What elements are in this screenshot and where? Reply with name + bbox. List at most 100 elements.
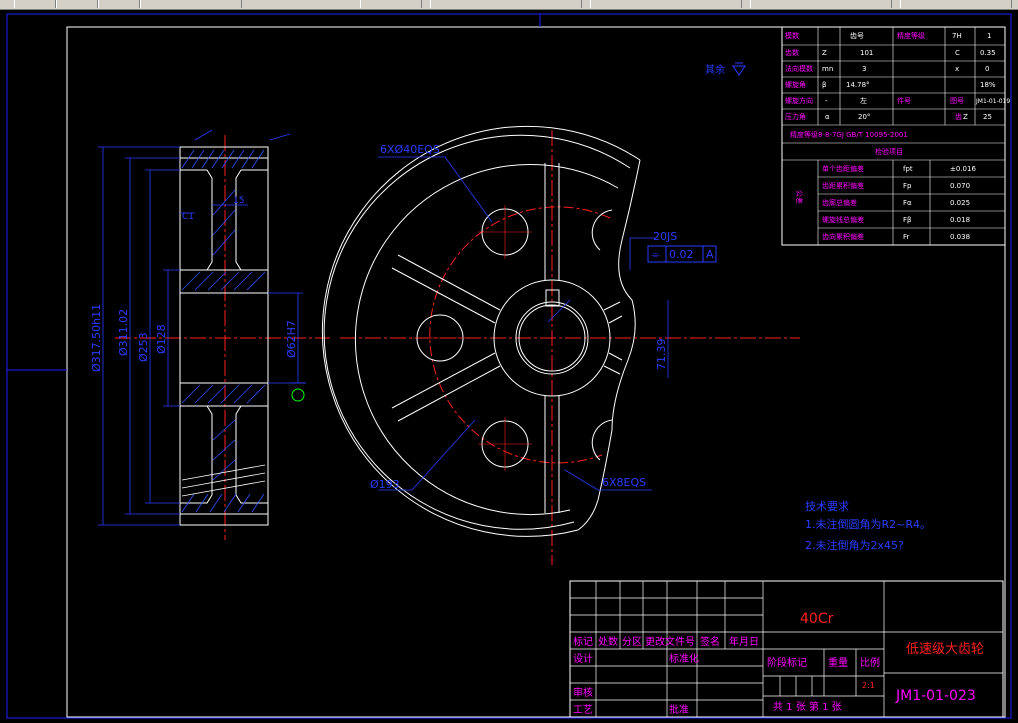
param-row4-lbl3: 图号 [950, 97, 964, 105]
standardize-label: 标准化 [669, 652, 699, 665]
param-row5-lbl2: 齿 [955, 113, 962, 121]
scale-value: 2:1 [862, 681, 875, 690]
param-row0-sym: 齿号 [850, 32, 864, 40]
param-row4-lbl2: 件号 [897, 96, 911, 105]
check-3-val: 0.018 [950, 216, 970, 224]
copy-icon[interactable] [360, 0, 422, 8]
window-toolbar [0, 0, 1018, 10]
check-4-val: 0.038 [950, 233, 970, 241]
tech-requirements: 技术要求 1.未注倒圆角为R2~R4。 2.未注倒角为2x45? [805, 500, 931, 552]
tech-title: 技术要求 [805, 500, 849, 513]
param-row4-val2: JM1-01-019 [975, 98, 1010, 105]
dim-chamfer: C1 [182, 212, 194, 222]
pcd-callout: Ø193 [370, 478, 400, 491]
param-row1-label: 齿数 [785, 48, 799, 57]
design-label: 设计 [573, 652, 593, 665]
layer-dropdown[interactable] [140, 0, 242, 8]
param-check-title: 检验项目 [875, 147, 903, 156]
lineweight-dropdown[interactable] [590, 0, 742, 8]
param-row3-sym: β [822, 81, 826, 89]
weight-label: 重量 [828, 656, 848, 669]
scale-label: 比例 [860, 656, 880, 669]
param-row4-label: 螺旋方向 [785, 96, 813, 105]
part-name-text: 低速级大齿轮 [906, 642, 984, 657]
title-block: 40Cr 低速级大齿轮 JM1-01-023 标记 处数 分区 更改文件号 签名… [569, 580, 1004, 718]
check-3-sym: Fβ [903, 216, 912, 224]
param-row1-val: 101 [860, 49, 873, 57]
param-row2-sym: mn [822, 65, 833, 73]
tolerance-datum: A [706, 248, 714, 261]
header-mark: 标记 [573, 636, 593, 648]
holes-callout: 6XØ40EQS [380, 143, 440, 156]
header-count: 处数 [598, 635, 618, 648]
keyway-width: 20JS [653, 230, 677, 243]
header-change: 更改文件号 [645, 635, 695, 648]
check-label: 审核 [573, 686, 593, 699]
check-2-name: 齿廓总偏差 [822, 198, 857, 207]
check-0-val: ±0.016 [950, 165, 976, 173]
process-label: 工艺 [573, 704, 593, 716]
param-row2-val2: 0 [985, 65, 989, 73]
header-zone: 分区 [622, 636, 642, 648]
param-side-label: 公差 [795, 190, 804, 204]
check-2-val: 0.025 [950, 199, 970, 207]
stage-label: 阶段标记 [767, 656, 807, 669]
param-row1-sym: Z [822, 49, 827, 57]
param-row0-val2: 7H [952, 32, 962, 40]
check-4-name: 齿向累积偏差 [822, 232, 864, 241]
param-row2-label: 法向模数 [785, 64, 813, 73]
param-row5-sym: α [825, 113, 830, 121]
dim-bore-diameter: Ø62H7 [285, 320, 298, 358]
check-3-name: 螺旋线总偏差 [822, 215, 864, 224]
plotstyle-dropdown[interactable] [900, 0, 1012, 8]
param-row3-val: 14.78° [846, 81, 870, 89]
dim-web-width: 15 [233, 196, 244, 206]
param-row2-val: 3 [862, 65, 866, 73]
dim-pitch-diameter: Ø311.02 [117, 309, 130, 356]
check-0-sym: fpt [903, 165, 913, 173]
spokes-callout: 6X8EQS [602, 476, 646, 489]
dim-hub-diameter: Ø128 [155, 324, 168, 354]
check-4-sym: Fr [903, 233, 910, 241]
open-icon[interactable] [56, 0, 98, 8]
param-row5-label: 压力角 [785, 112, 806, 121]
param-row0-lbl2: 精度等级 [897, 31, 925, 40]
header-date: 年月日 [729, 635, 759, 648]
param-row3-val2: 18% [980, 81, 996, 89]
tolerance-value: 0.02 [669, 248, 694, 261]
param-row4-sym: - [825, 97, 828, 105]
save-icon[interactable] [98, 0, 140, 8]
drawing-canvas[interactable]: 其余 Ø317.50h11 Ø311.02 Ø253 Ø128 Ø62H7 15… [0, 10, 1018, 723]
dim-tip-diameter: Ø317.50h11 [90, 304, 103, 372]
dim-web-diameter: Ø253 [137, 332, 150, 362]
parameter-table: 模数 齿号 精度等级 7H 1 齿数 Z 101 C 0.35 法向模数 mn … [781, 26, 1010, 246]
section-view: Ø317.50h11 Ø311.02 Ø253 Ø128 Ø62H7 15 C1 [90, 129, 330, 540]
check-1-sym: Fp [903, 182, 912, 190]
new-icon[interactable] [14, 0, 56, 8]
datum-a-marker [291, 388, 305, 402]
param-row5-val: 20° [858, 113, 870, 121]
param-row1-val2: 0.35 [980, 49, 996, 57]
color-dropdown[interactable] [750, 0, 892, 8]
param-row0-val3: 1 [987, 32, 991, 40]
roughness-label: 其余 [705, 63, 725, 76]
check-2-sym: Fα [903, 199, 912, 207]
param-row5-val2: 25 [983, 113, 992, 121]
tech-item-2: 2.未注倒角为2x45? [805, 538, 904, 552]
front-view: 6XØ40EQS Ø193 6X8EQS 20JS 71.39 ⌯ 0.02 A [321, 125, 800, 565]
check-0-name: 单个齿距偏差 [822, 164, 864, 173]
sheets-label: 共 1 张 第 1 张 [773, 700, 842, 713]
header-sign: 签名 [700, 635, 720, 648]
param-row1-sym2: C [955, 49, 960, 57]
check-1-val: 0.070 [950, 182, 970, 190]
keyway-depth: 71.39 [655, 339, 668, 371]
roughness-symbol [732, 62, 746, 76]
check-1-name: 齿距累积偏差 [822, 181, 864, 190]
param-row3-label: 螺旋角 [785, 80, 806, 89]
linetype-dropdown[interactable] [430, 0, 582, 8]
param-row2-sym2: x [955, 65, 959, 73]
tolerance-symbol: ⌯ [651, 248, 660, 261]
approve-label: 批准 [669, 703, 689, 716]
param-standard: 精度等级8-8-7GJ GB/T 10095-2001 [790, 130, 908, 139]
param-row4-val: 左 [860, 96, 867, 105]
